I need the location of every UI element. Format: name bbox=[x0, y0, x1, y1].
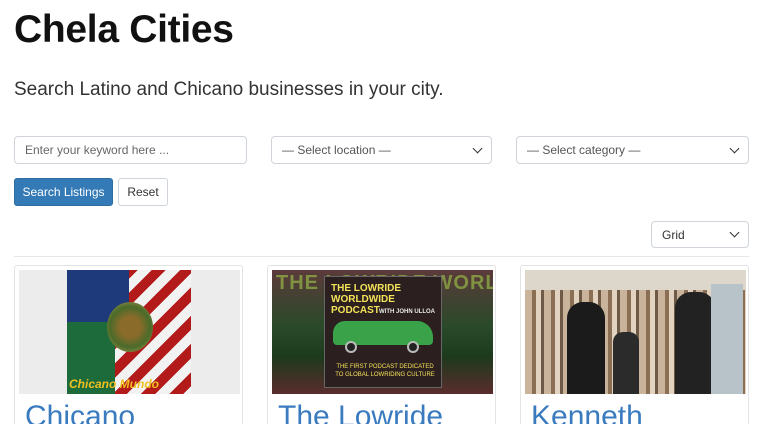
wheel-icon bbox=[345, 341, 357, 353]
search-listings-button[interactable]: Search Listings bbox=[14, 178, 113, 206]
view-mode-selected: Grid bbox=[662, 227, 685, 242]
page-title: Chela Cities bbox=[14, 8, 234, 51]
flag-image: Chicano Mundo bbox=[67, 270, 191, 394]
view-mode-select[interactable]: Grid bbox=[651, 221, 749, 248]
listing-image[interactable] bbox=[525, 270, 746, 394]
category-select[interactable]: — Select category — bbox=[516, 136, 749, 164]
wheel-icon bbox=[407, 341, 419, 353]
chevron-down-icon bbox=[729, 143, 740, 153]
keyword-placeholder: Enter your keyword here ... bbox=[25, 143, 170, 157]
listing-card[interactable]: Chicano Mundo Chicano bbox=[14, 265, 243, 424]
chevron-down-icon bbox=[472, 143, 483, 153]
person-figure bbox=[675, 292, 715, 394]
image-logo-text: Chicano Mundo bbox=[69, 377, 159, 391]
listing-card[interactable]: THE LOWRIDE WORLDWIDE THE LOWRIDE WORLDW… bbox=[267, 265, 496, 424]
person-figure bbox=[613, 332, 639, 394]
page-subtitle: Search Latino and Chicano businesses in … bbox=[14, 79, 444, 100]
listing-card[interactable]: Kenneth bbox=[520, 265, 749, 424]
listing-image[interactable]: THE LOWRIDE WORLDWIDE THE LOWRIDE WORLDW… bbox=[272, 270, 493, 394]
refrigerator bbox=[711, 284, 743, 394]
eagle-emblem-icon bbox=[107, 302, 153, 352]
podcast-poster: THE LOWRIDE WORLDWIDE PODCAST WITH JOHN … bbox=[324, 276, 442, 388]
location-select[interactable]: — Select location — bbox=[271, 136, 492, 164]
listing-image[interactable]: Chicano Mundo bbox=[19, 270, 240, 394]
poster-host: WITH JOHN ULLOA bbox=[379, 309, 435, 315]
category-selected: — Select category — bbox=[527, 143, 641, 157]
chevron-down-icon bbox=[729, 227, 740, 238]
poster-caption: THE FIRST PODCAST DEDICATED TO GLOBAL LO… bbox=[335, 364, 435, 378]
person-figure bbox=[567, 302, 605, 394]
listing-title[interactable]: Chicano bbox=[25, 400, 135, 424]
listing-title[interactable]: Kenneth bbox=[531, 400, 643, 424]
keyword-input[interactable]: Enter your keyword here ... bbox=[14, 136, 247, 164]
location-selected: — Select location — bbox=[282, 143, 391, 157]
reset-button[interactable]: Reset bbox=[118, 178, 168, 206]
listing-title[interactable]: The Lowride bbox=[278, 400, 443, 424]
divider bbox=[14, 256, 749, 257]
